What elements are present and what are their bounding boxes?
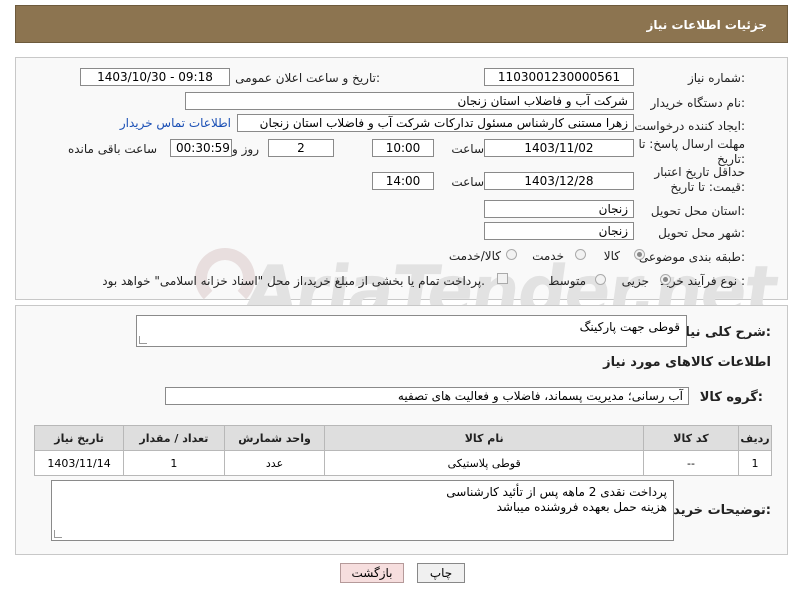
cell-date: 1403/11/14 — [33, 450, 125, 476]
need-number-field: 1103001230000561 — [484, 68, 634, 86]
buyer-notes-line-2: هزینه حمل بعهده فروشنده میباشد — [496, 500, 667, 514]
creator-label: ایجاد کننده درخواست: — [634, 119, 745, 133]
header-bar: جزئیات اطلاعات نیاز — [15, 5, 788, 43]
goods-table: ردیف کد کالا نام کالا واحد شمارش تعداد /… — [33, 425, 772, 476]
province-label: استان محل تحویل: — [650, 204, 745, 218]
price-validity-label: حداقل تاریخ اعتبار قیمت: تا تاریخ: — [654, 165, 745, 194]
reply-time-label: ساعت — [451, 142, 484, 156]
col-name-header: نام کالا — [324, 425, 644, 451]
col-date-header: تاریخ نیاز — [33, 425, 125, 451]
buyer-notes-label: توضیحات خریدار: — [661, 503, 771, 518]
process-option-medium: متوسط — [548, 274, 586, 288]
need-number-label: شماره نیاز: — [687, 71, 745, 85]
remaining-time-field: 00:30:59 — [170, 139, 232, 157]
city-field: زنجان — [484, 222, 634, 240]
col-unit-header: واحد شمارش — [223, 425, 326, 451]
category-radio-service[interactable] — [575, 249, 586, 260]
col-code-header: کد کالا — [642, 425, 740, 451]
payment-checkbox[interactable] — [497, 273, 508, 284]
days-label: روز و — [232, 142, 259, 156]
page-title: جزئیات اطلاعات نیاز — [646, 18, 767, 32]
announce-label: تاریخ و ساعت اعلان عمومی: — [235, 71, 380, 85]
price-time-field: 14:00 — [372, 172, 434, 190]
cell-unit: عدد — [223, 450, 326, 476]
summary-textarea: قوطی جهت پارکینگ — [136, 315, 687, 347]
goods-group-field: آب رسانی؛ مدیریت پسماند، فاضلاب و فعالیت… — [165, 387, 689, 405]
summary-label: شرح کلی نیاز: — [677, 325, 771, 340]
table-row: 1 -- قوطی پلاستیکی عدد 1 1403/11/14 — [33, 450, 772, 476]
cell-name: قوطی پلاستیکی — [324, 450, 644, 476]
category-radio-goods[interactable] — [634, 249, 645, 260]
process-option-minor: جزیی — [621, 274, 649, 288]
contact-buyer-link[interactable]: اطلاعات تماس خریدار — [120, 116, 231, 130]
category-option-service: خدمت — [532, 249, 564, 263]
category-label: طبقه بندی موضوعی: — [638, 250, 745, 264]
remaining-label: ساعت باقی مانده — [67, 142, 157, 156]
col-row-header: ردیف — [738, 425, 772, 451]
table-header-row: ردیف کد کالا نام کالا واحد شمارش تعداد /… — [33, 425, 772, 451]
buyer-notes-line-1: پرداخت نقدی 2 ماهه پس از تأئید کارشناسی — [446, 485, 667, 499]
category-option-goods: کالا — [603, 249, 620, 263]
payment-note: پرداخت تمام یا بخشی از مبلغ خرید،از محل … — [102, 274, 485, 288]
goods-group-label: گروه کالا: — [699, 390, 763, 405]
print-button[interactable]: چاپ — [417, 563, 465, 583]
city-label: شهر محل تحویل: — [658, 226, 745, 240]
creator-field: زهرا مستنی کارشناس مسئول تدارکات شرکت آب… — [237, 114, 634, 132]
buyer-org-field: شرکت آب و فاضلاب استان زنجان — [185, 92, 634, 110]
cell-code: -- — [642, 450, 740, 476]
days-field: 2 — [268, 139, 334, 157]
resize-handle-icon[interactable] — [54, 530, 62, 538]
cell-qty: 1 — [123, 450, 225, 476]
goods-info-heading: اطلاعات کالاهای مورد نیاز — [603, 355, 771, 370]
summary-text: قوطی جهت پارکینگ — [579, 320, 680, 334]
col-qty-header: تعداد / مقدار — [123, 425, 225, 451]
reply-deadline-label: مهلت ارسال پاسخ: تا تاریخ: — [638, 137, 745, 166]
buyer-notes-textarea: پرداخت نقدی 2 ماهه پس از تأئید کارشناسی … — [51, 480, 674, 541]
process-radio-minor[interactable] — [660, 274, 671, 285]
reply-date-field: 1403/11/02 — [484, 139, 634, 157]
announce-field: 1403/10/30 - 09:18 — [80, 68, 230, 86]
process-radio-medium[interactable] — [595, 274, 606, 285]
category-radio-goods-service[interactable] — [506, 249, 517, 260]
buyer-org-label: نام دستگاه خریدار: — [650, 96, 746, 110]
process-label: نوع فرآیند خرید : — [660, 274, 745, 288]
cell-row: 1 — [738, 450, 772, 476]
province-field: زنجان — [484, 200, 634, 218]
back-button[interactable]: بازگشت — [340, 563, 404, 583]
category-option-goods-service: کالا/خدمت — [448, 249, 501, 263]
reply-time-field: 10:00 — [372, 139, 434, 157]
price-time-label: ساعت — [451, 175, 484, 189]
price-date-field: 1403/12/28 — [484, 172, 634, 190]
resize-handle-icon[interactable] — [139, 336, 147, 344]
